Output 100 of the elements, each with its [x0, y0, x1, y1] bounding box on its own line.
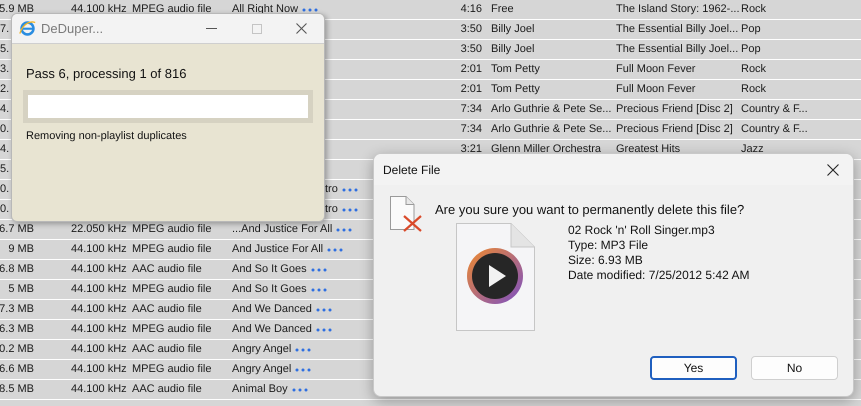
table-cell-text: 44.100 kHz	[71, 262, 127, 278]
maximize-icon	[252, 24, 262, 34]
table-cell-text: Rock	[741, 62, 766, 78]
table-cell-text: And We Danced	[232, 302, 312, 318]
table-cell-text: 7.3 MB	[0, 302, 34, 318]
table-cell-text: Angry Angel	[232, 362, 292, 378]
table-cell-text: AAC audio file	[132, 262, 202, 278]
table-cell-text: The Essential Billy Joel...	[616, 22, 738, 38]
table-cell-text: Glenn Miller Orchestra	[491, 142, 602, 158]
table-cell-text: 0.	[0, 122, 10, 138]
table-cell-text: 3:21	[460, 142, 482, 158]
table-cell-text: 2:01	[460, 82, 482, 98]
table-cell-text: Angry Angel	[232, 342, 292, 358]
table-cell-text: 6.7 MB	[0, 222, 34, 238]
table-cell-text: 0.	[0, 182, 10, 198]
table-cell-text: 3:50	[460, 42, 482, 58]
table-cell-text: 44.100 kHz	[71, 342, 127, 358]
table-cell-text: Pop	[741, 22, 761, 38]
table-cell-text: 2:01	[460, 62, 482, 78]
table-cell-text: 5 MB	[8, 282, 34, 298]
delete-file-icon	[390, 196, 423, 232]
more-icon[interactable]	[292, 388, 308, 392]
detail-text: Removing non-playlist duplicates	[26, 128, 188, 144]
file-info-text: Size: 6.93 MB	[568, 252, 644, 268]
close-icon	[827, 164, 839, 176]
table-cell-text: Arlo Guthrie & Pete Se...	[491, 122, 612, 138]
dialog-button[interactable]: Yes	[650, 356, 737, 380]
more-icon[interactable]	[342, 188, 358, 192]
table-cell-text: 3.	[0, 62, 10, 78]
table-cell-text: Rock	[741, 2, 766, 18]
table-cell-text: Greatest Hits	[616, 142, 680, 158]
table-cell-text: 8.5 MB	[0, 382, 34, 398]
table-cell-text: Jazz	[741, 142, 764, 158]
window-title: DeDuper...	[41, 20, 104, 38]
table-cell-text: 4.	[0, 142, 10, 158]
table-cell-text: 2.	[0, 82, 10, 98]
table-cell-text: 44.100 kHz	[71, 2, 127, 18]
table-cell-text: Billy Joel	[491, 22, 534, 38]
status-text: Pass 6, processing 1 of 816	[26, 65, 188, 83]
table-cell-text: 44.100 kHz	[71, 322, 127, 338]
table-cell-text: 6.3 MB	[0, 322, 34, 338]
dialog-title: Delete File	[383, 162, 440, 178]
file-info-text: 02 Rock 'n' Roll Singer.mp3	[568, 222, 716, 238]
table-cell-text: 7:34	[460, 122, 482, 138]
more-icon[interactable]	[316, 328, 332, 332]
dialog-button[interactable]: No	[751, 356, 838, 380]
more-icon[interactable]	[310, 288, 327, 292]
table-cell-text: The Island Story: 1962-...	[616, 2, 740, 18]
table-cell-text: tro	[325, 202, 338, 218]
table-cell-text: And So It Goes	[232, 262, 307, 278]
more-icon[interactable]	[336, 228, 352, 232]
file-info-text: Type: MP3 File	[568, 238, 650, 252]
table-cell-text: 5.9 MB	[0, 2, 34, 18]
table-cell-text: All Right Now	[232, 2, 298, 18]
table-cell-text: Rock	[741, 82, 766, 98]
table-cell-text: AAC audio file	[132, 342, 202, 358]
more-icon[interactable]	[316, 308, 332, 312]
table-cell-text: AAC audio file	[132, 382, 202, 398]
table-cell-text: 44.100 kHz	[71, 362, 127, 378]
table-cell-text: 0.	[0, 202, 10, 218]
table-cell-text: Arlo Guthrie & Pete Se...	[491, 102, 612, 118]
table-cell-text: 44.100 kHz	[71, 302, 127, 318]
table-cell-text: 44.100 kHz	[71, 282, 127, 298]
more-icon[interactable]	[342, 208, 358, 212]
table-cell-text: MPEG audio file	[132, 282, 212, 298]
table-cell-text: Tom Petty	[491, 82, 540, 98]
table-cell-text: 7:34	[460, 102, 482, 118]
table-cell-text: 3:50	[460, 22, 482, 38]
table-cell-text: 6.8 MB	[0, 262, 34, 278]
table-cell-text: And Justice For All	[232, 242, 324, 258]
table-cell-text: tro	[325, 182, 338, 198]
table-cell-text: 7.	[0, 22, 10, 38]
more-icon[interactable]	[327, 248, 344, 252]
more-icon[interactable]	[302, 8, 318, 12]
table-cell-text: 5.	[0, 162, 10, 178]
more-icon[interactable]	[295, 348, 312, 352]
table-cell-text: AAC audio file	[132, 302, 202, 318]
more-icon[interactable]	[310, 268, 327, 272]
table-cell-text: 9 MB	[8, 242, 34, 258]
table-cell-text: MPEG audio file	[132, 222, 212, 238]
table-cell-text: MPEG audio file	[132, 2, 212, 18]
table-cell-text: 6.6 MB	[0, 362, 34, 378]
table-cell-text: 44.100 kHz	[71, 382, 127, 398]
table-cell-text: Tom Petty	[491, 62, 540, 78]
table-cell-text: Full Moon Fever	[616, 82, 696, 98]
table-cell-text: 4:16	[460, 2, 482, 18]
question-text: Are you sure you want to permanently delete this file?	[435, 201, 746, 219]
table-cell-text: 44.100 kHz	[71, 242, 127, 258]
table-cell-text: 4.	[0, 102, 10, 118]
table-cell-text: The Essential Billy Joel...	[616, 42, 738, 58]
table-cell-text: And We Danced	[232, 322, 312, 338]
table-cell-text: Country & F...	[741, 122, 808, 138]
table-cell-text: Country & F...	[741, 102, 808, 118]
table-cell-text: Free	[491, 2, 514, 18]
more-icon[interactable]	[295, 368, 312, 372]
table-cell-text: Precious Friend [Disc 2]	[616, 102, 733, 118]
table-cell-text: 5.	[0, 42, 10, 58]
table-cell-text: ...And Justice For All	[232, 222, 332, 238]
table-cell-text: Pop	[741, 42, 761, 58]
table-cell-text: Billy Joel	[491, 42, 534, 58]
